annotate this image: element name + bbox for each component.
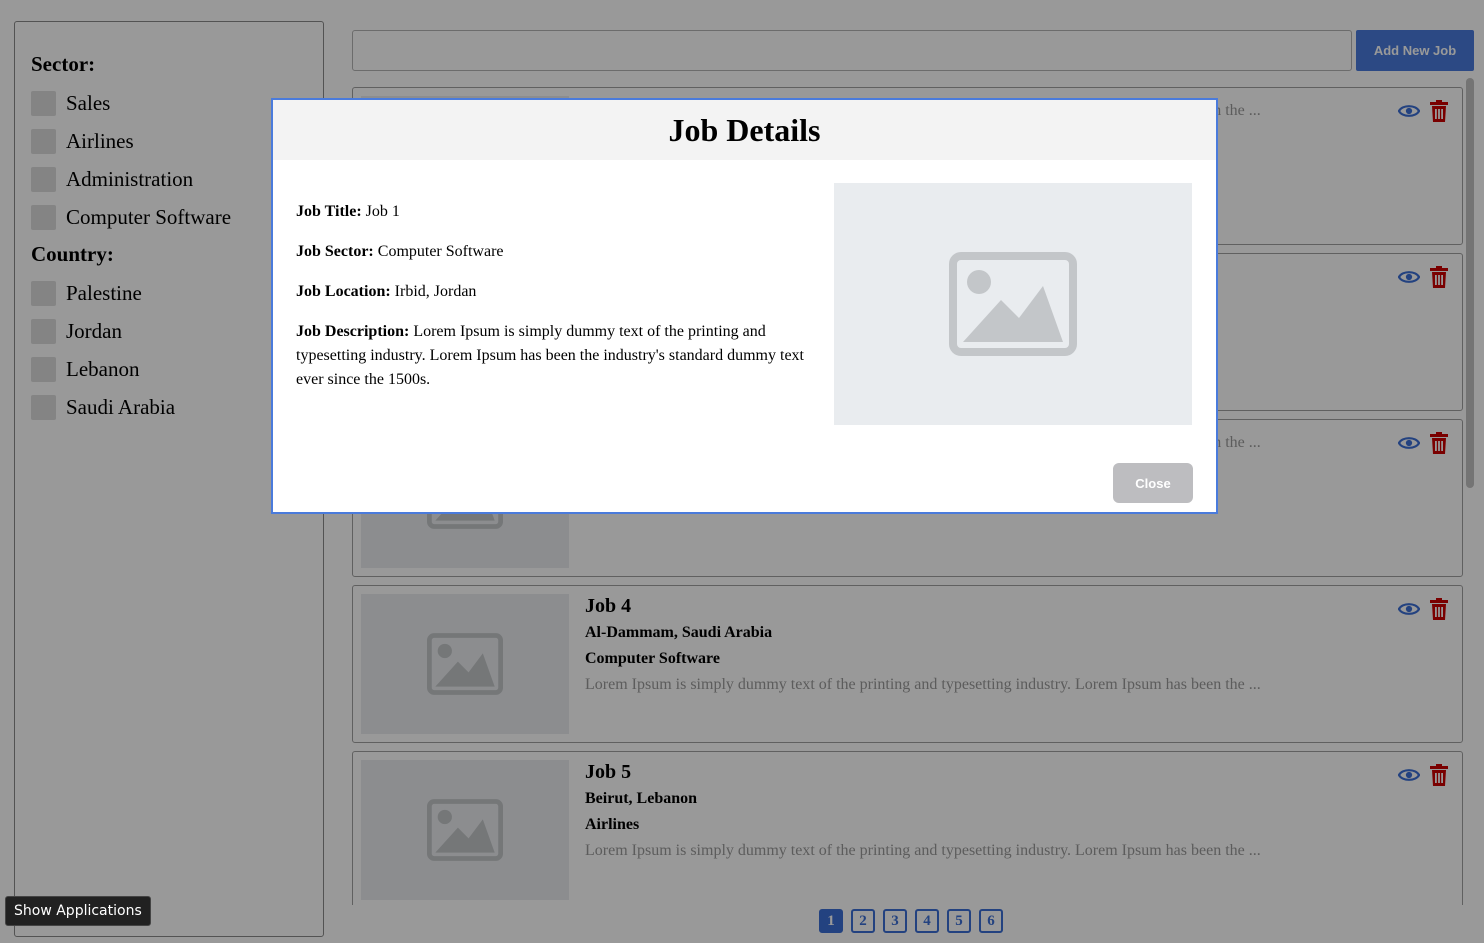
- detail-label: Job Title:: [296, 203, 362, 220]
- job-details-modal: Job Details Job Title: Job 1 Job Sector:…: [271, 98, 1218, 514]
- close-button[interactable]: Close: [1113, 463, 1193, 503]
- detail-value: Computer Software: [377, 243, 504, 260]
- modal-title: Job Details: [668, 111, 821, 148]
- job-details-text: Job Title: Job 1 Job Sector: Computer So…: [296, 200, 816, 408]
- image-placeholder-icon: [949, 252, 1077, 356]
- detail-job-sector: Job Sector: Computer Software: [296, 240, 816, 264]
- modal-header: Job Details: [273, 100, 1216, 160]
- detail-label: Job Description:: [296, 323, 410, 340]
- show-applications-button[interactable]: Show Applications: [5, 896, 151, 926]
- detail-job-title: Job Title: Job 1: [296, 200, 816, 224]
- job-image: [834, 183, 1192, 425]
- detail-value: Job 1: [365, 203, 400, 220]
- detail-value: Irbid, Jordan: [394, 283, 477, 300]
- detail-job-location: Job Location: Irbid, Jordan: [296, 280, 816, 304]
- modal-body: Job Title: Job 1 Job Sector: Computer So…: [273, 160, 1216, 514]
- detail-label: Job Location:: [296, 283, 391, 300]
- detail-job-description: Job Description: Lorem Ipsum is simply d…: [296, 320, 816, 392]
- detail-label: Job Sector:: [296, 243, 374, 260]
